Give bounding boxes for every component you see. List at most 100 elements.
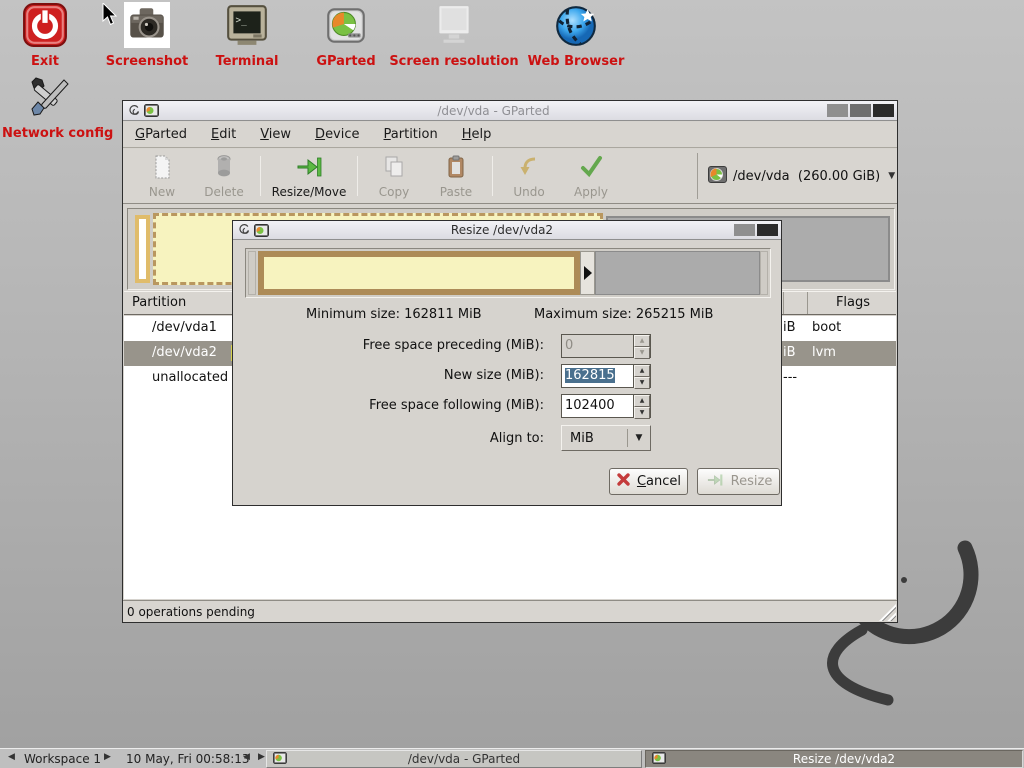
partition-name: unallocated <box>152 370 228 385</box>
desktop-icon-network-config: Network config <box>2 72 94 141</box>
minimum-size-label: Minimum size: 162811 MiB <box>306 307 482 322</box>
main-window-title: /dev/vda - GParted <box>162 104 825 118</box>
desktop-icon-label: GParted <box>312 54 380 69</box>
right-resize-handle[interactable] <box>580 251 595 295</box>
new-size-spinbutton[interactable]: 162815 ▲ ▼ <box>561 364 651 388</box>
spin-buttons: ▲ ▼ <box>633 395 650 417</box>
delete-eraser-icon <box>211 154 237 184</box>
desktop-icon-label: Screen resolution <box>388 54 520 69</box>
drive-icon <box>708 166 727 187</box>
desktop-icon-exit: Exit <box>14 2 76 69</box>
task-scroll-right-icon[interactable]: ▶ <box>258 752 265 762</box>
device-selector-combo[interactable]: /dev/vda (260.00 GiB) ▼ <box>697 153 893 199</box>
tools-icon[interactable] <box>24 72 72 124</box>
desktop-icon-label: Web Browser <box>520 54 632 69</box>
task-scroll-left-icon[interactable]: ◀ <box>243 752 250 762</box>
maximize-button[interactable] <box>850 104 871 117</box>
taskbar-task-resize-dialog-active[interactable]: Resize /dev/vda2 <box>645 750 1023 768</box>
delete-button[interactable]: Delete <box>193 152 255 200</box>
resize-grip[interactable] <box>879 604 896 621</box>
window-menu-swirl-icon[interactable] <box>236 223 251 237</box>
resize-move-button[interactable]: Resize/Move <box>266 152 352 200</box>
monitor-icon[interactable] <box>431 2 477 52</box>
spin-down-icon[interactable]: ▼ <box>634 347 650 359</box>
globe-icon[interactable] <box>553 2 599 52</box>
partition-area[interactable] <box>258 251 580 295</box>
undo-button[interactable]: Undo <box>498 152 560 200</box>
resize-arrow-icon <box>705 472 725 492</box>
resize-button-disabled[interactable]: Resize <box>697 468 780 495</box>
field-label: Align to: <box>490 431 544 446</box>
window-menu-swirl-icon[interactable] <box>126 104 141 118</box>
resize-slider-widget <box>245 248 771 298</box>
workspace-next-icon[interactable]: ▶ <box>104 752 111 762</box>
close-button[interactable] <box>873 104 894 117</box>
close-button[interactable] <box>757 224 778 236</box>
maximize-button[interactable] <box>734 224 755 236</box>
task-title: /dev/vda - GParted <box>293 752 635 766</box>
apply-button[interactable]: Apply <box>560 152 622 200</box>
gparted-mini-icon <box>144 104 159 118</box>
size-fragment: iB <box>783 345 796 360</box>
field-align-to: Align to: <box>233 430 781 454</box>
toolbar: New Delete Resize/Move Copy Paste Undo A… <box>123 149 897 204</box>
cancel-x-icon <box>616 472 631 491</box>
spin-buttons: ▲ ▼ <box>633 365 650 387</box>
paste-button[interactable]: Paste <box>425 152 487 200</box>
desktop-icon-label: Screenshot <box>104 54 190 69</box>
field-label: New size (MiB): <box>444 368 544 383</box>
desktop-icon-web-browser: Web Browser <box>520 2 632 69</box>
spin-up-icon[interactable]: ▲ <box>634 395 650 407</box>
align-to-value: MiB <box>562 431 627 446</box>
resize-arrow-icon <box>295 154 323 184</box>
free-space-following-spinbutton[interactable]: 102400 ▲ ▼ <box>561 394 651 418</box>
spin-up-icon[interactable]: ▲ <box>634 365 650 377</box>
main-titlebar[interactable]: /dev/vda - GParted <box>123 101 897 121</box>
camera-icon[interactable] <box>124 2 170 52</box>
minimize-button[interactable] <box>827 104 848 117</box>
free-space-area[interactable] <box>595 251 760 295</box>
chevron-down-icon: ▼ <box>628 433 650 443</box>
new-partition-icon <box>149 154 175 184</box>
far-right-grip[interactable] <box>760 251 768 295</box>
resize-dialog: Resize /dev/vda2 Minimum size: 162811 Mi… <box>232 220 782 506</box>
menu-gparted[interactable]: GParted <box>135 127 187 142</box>
maximum-size-label: Maximum size: 265215 MiB <box>534 307 713 322</box>
field-label: Free space preceding (MiB): <box>363 338 544 353</box>
spin-down-icon[interactable]: ▼ <box>634 377 650 389</box>
menu-partition[interactable]: Partition <box>384 127 438 142</box>
svg-text:>_: >_ <box>236 15 248 26</box>
column-header-flags[interactable]: Flags <box>808 295 898 310</box>
taskbar-task-gparted[interactable]: /dev/vda - GParted <box>266 750 642 768</box>
column-separator <box>783 292 784 314</box>
copy-button[interactable]: Copy <box>363 152 425 200</box>
cancel-button[interactable]: Cancel <box>609 468 688 495</box>
spin-down-icon[interactable]: ▼ <box>634 407 650 419</box>
align-to-combo[interactable]: MiB ▼ <box>561 425 651 451</box>
size-fragment: --- <box>783 370 797 385</box>
left-resize-handle[interactable] <box>248 251 256 295</box>
chevron-down-icon[interactable]: ▼ <box>888 171 895 181</box>
pending-operations-text: 0 operations pending <box>127 605 255 619</box>
field-label: Free space following (MiB): <box>369 398 544 413</box>
workspace-prev-icon[interactable]: ◀ <box>8 752 15 762</box>
desktop-icon-screen-resolution: Screen resolution <box>388 2 520 69</box>
toolbar-separator <box>492 156 493 196</box>
column-header-partition[interactable]: Partition <box>132 295 186 310</box>
gparted-mini-icon <box>273 752 287 767</box>
dialog-title: Resize /dev/vda2 <box>272 223 732 237</box>
menu-edit[interactable]: Edit <box>211 127 236 142</box>
menu-device[interactable]: Device <box>315 127 359 142</box>
power-icon[interactable] <box>22 2 68 52</box>
dialog-titlebar[interactable]: Resize /dev/vda2 <box>233 221 781 240</box>
toolbar-separator <box>260 156 261 196</box>
field-value: 102400 <box>562 395 633 417</box>
terminal-icon[interactable]: >_ <box>224 2 270 52</box>
partition-visual-vda1[interactable] <box>135 215 150 283</box>
gparted-disk-icon[interactable] <box>323 2 369 52</box>
menu-help[interactable]: Help <box>462 127 492 142</box>
menu-view[interactable]: View <box>260 127 291 142</box>
spin-up-icon[interactable]: ▲ <box>634 335 650 347</box>
free-space-preceding-spinbutton[interactable]: 0 ▲ ▼ <box>561 334 651 358</box>
new-button[interactable]: New <box>131 152 193 200</box>
